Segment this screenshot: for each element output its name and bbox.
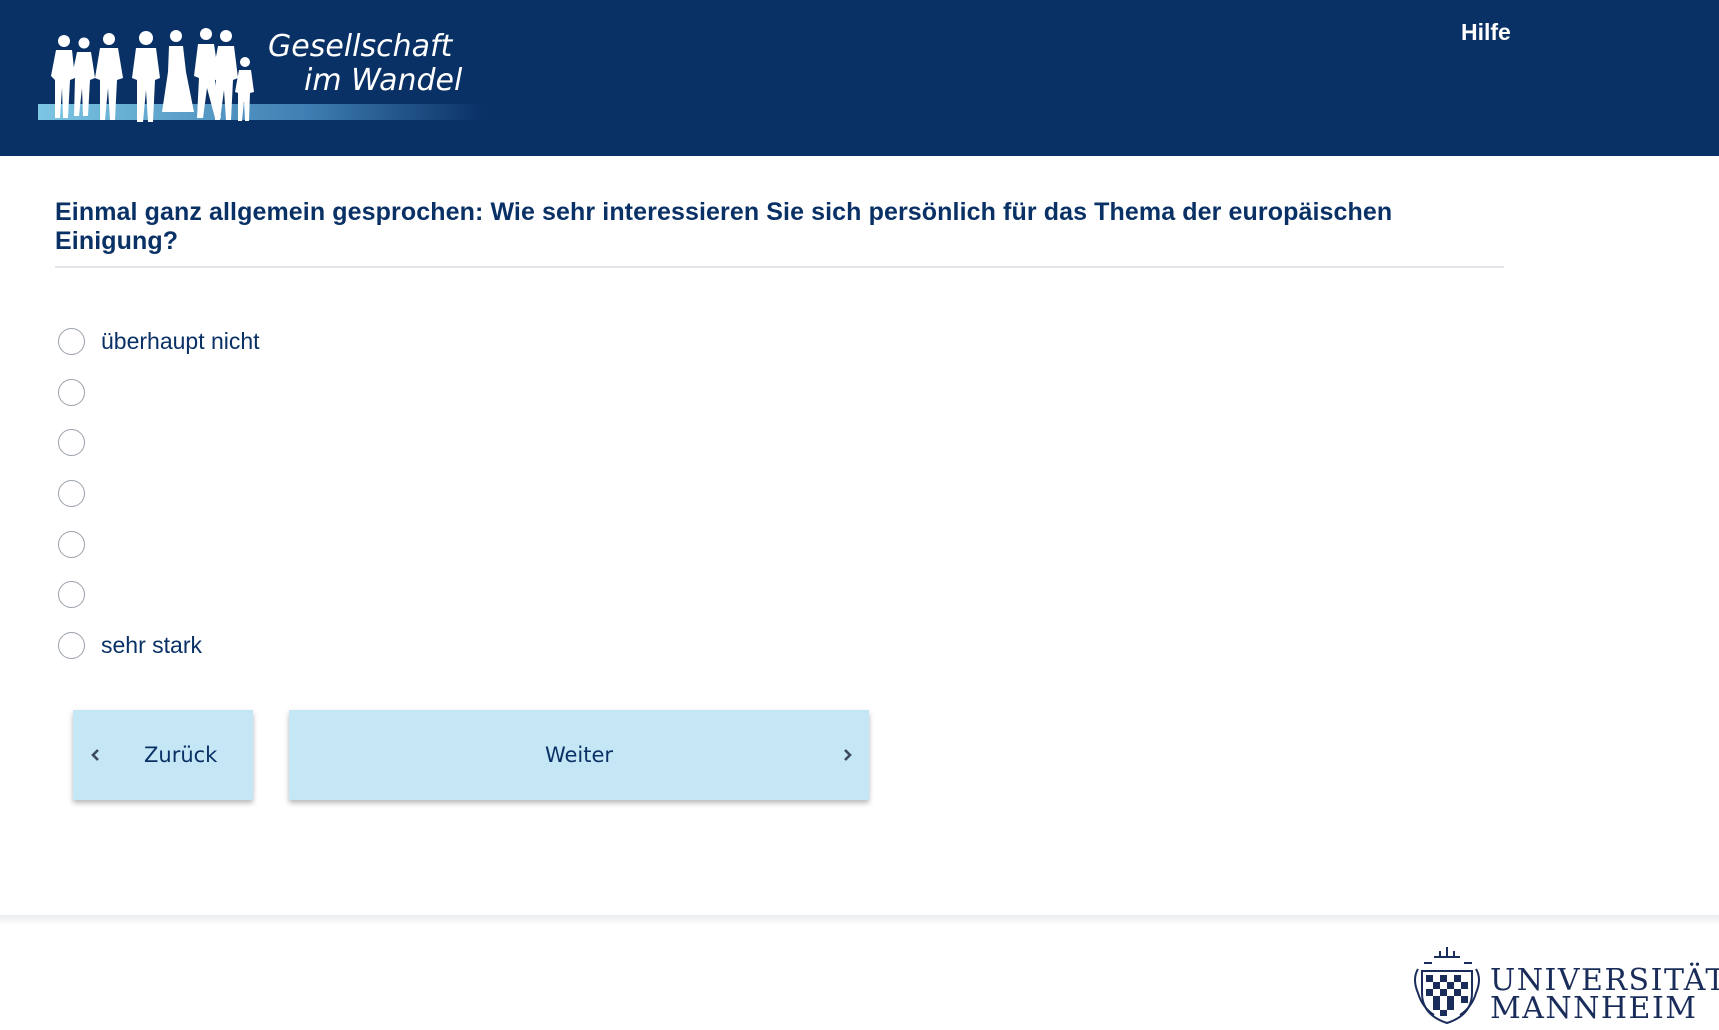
option-2[interactable]	[58, 377, 101, 407]
radio-button[interactable]	[58, 580, 85, 608]
radio-button[interactable]	[58, 428, 85, 456]
gesellschaft-im-wandel-logo: Gesellschaft im Wandel	[36, 16, 486, 134]
option-label: überhaupt nicht	[101, 327, 260, 354]
chevron-left-icon	[91, 749, 99, 761]
back-button[interactable]: Zurück	[73, 710, 253, 800]
footer-separator	[0, 915, 1719, 925]
radio-button[interactable]	[58, 479, 85, 507]
universitaet-mannheim-logo: UNIVERSITÄT MANNHEIM	[1410, 943, 1719, 1030]
radio-button[interactable]	[58, 631, 85, 659]
radio-button[interactable]	[58, 530, 85, 558]
option-1[interactable]: überhaupt nicht	[58, 326, 260, 356]
option-6[interactable]	[58, 579, 101, 609]
svg-text:Gesellschaft: Gesellschaft	[268, 29, 454, 64]
option-5[interactable]	[58, 529, 101, 559]
question-divider	[55, 266, 1504, 268]
university-name-line2: MANNHEIM	[1490, 991, 1698, 1026]
radio-button[interactable]	[58, 327, 85, 355]
question-text: Einmal ganz allgemein gesprochen: Wie se…	[55, 198, 1393, 255]
university-crest-icon	[1414, 947, 1480, 1025]
site-header: Gesellschaft im Wandel Hilfe	[0, 0, 1719, 156]
help-link[interactable]: Hilfe	[1461, 19, 1511, 46]
svg-text:im Wandel: im Wandel	[304, 63, 463, 98]
radio-button[interactable]	[58, 378, 85, 406]
next-button[interactable]: Weiter	[289, 710, 869, 800]
chevron-right-icon	[844, 749, 852, 761]
option-4[interactable]	[58, 478, 101, 508]
back-button-label: Zurück	[144, 743, 218, 767]
option-label: sehr stark	[101, 631, 202, 658]
option-7[interactable]: sehr stark	[58, 630, 202, 660]
next-button-label: Weiter	[544, 743, 614, 767]
family-silhouette-icon: Gesellschaft im Wandel	[38, 28, 483, 122]
option-3[interactable]	[58, 427, 101, 457]
